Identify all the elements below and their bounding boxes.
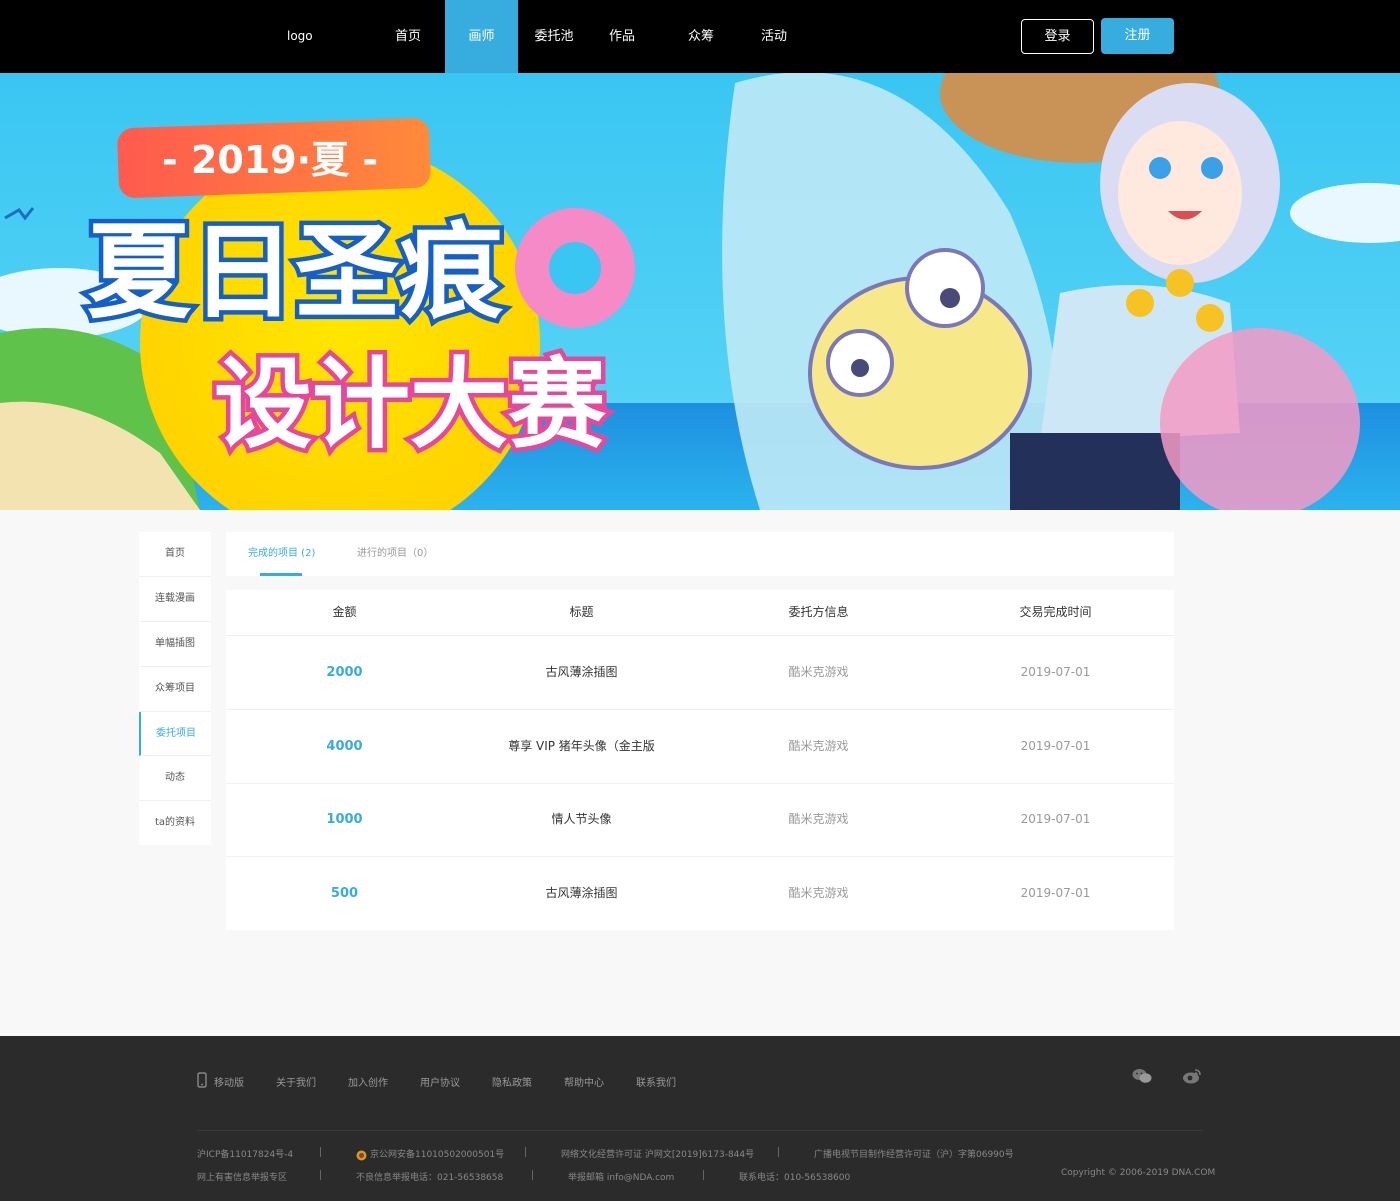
title-cell[interactable]: 尊享 VIP 猪年头像（金主版 <box>463 710 700 783</box>
title-cell[interactable]: 古风薄涂插图 <box>463 857 700 930</box>
title-cell[interactable]: 古风薄涂插图 <box>463 636 700 709</box>
nav-artists[interactable]: 画师 <box>445 0 518 73</box>
projects-table: 金额 标题 委托方信息 交易完成时间 2000 古风薄涂插图 酷米克游戏 201… <box>226 590 1174 930</box>
banner-year-badge: - 2019·夏 - <box>162 138 378 182</box>
sidebar-item-crowdfunding[interactable]: 众筹项目 <box>139 667 211 712</box>
footer-separator <box>525 1147 526 1157</box>
banner-title: 夏日圣痕 <box>87 211 504 333</box>
date-cell: 2019-07-01 <box>1020 812 1091 826</box>
profile-sidebar: 首页 连载漫画 单幅插图 众筹项目 委托项目 动态 ta的资料 <box>139 532 211 845</box>
sidebar-item-serial-comics[interactable]: 连载漫画 <box>139 577 211 622</box>
footer-separator <box>778 1147 779 1157</box>
footer-link-terms[interactable]: 用户协议 <box>420 1074 460 1089</box>
nav-home[interactable]: 首页 <box>371 0 445 73</box>
date-cell: 2019-07-01 <box>1020 739 1091 753</box>
report-phone: 不良信息举报电话：021-56538658 <box>356 1173 504 1183</box>
phone-icon <box>197 1072 207 1092</box>
logo[interactable]: logo <box>287 0 313 72</box>
amount-cell: 500 <box>330 886 359 901</box>
register-button[interactable]: 注册 <box>1101 18 1174 54</box>
sidebar-item-activity[interactable]: 动态 <box>139 756 211 801</box>
footer-link-help[interactable]: 帮助中心 <box>564 1074 604 1089</box>
amount-cell: 2000 <box>326 665 363 680</box>
nav-works[interactable]: 作品 <box>590 0 654 73</box>
footer-separator <box>320 1147 321 1157</box>
hero-banner[interactable]: - 2019·夏 - 夏日圣痕 设计大赛 <box>0 73 1400 510</box>
sidebar-item-profile[interactable]: ta的资料 <box>139 801 211 845</box>
amount-cell: 4000 <box>326 739 363 754</box>
wechat-icon[interactable] <box>1132 1068 1152 1088</box>
active-tab-indicator <box>260 573 302 576</box>
broadcast-license[interactable]: 广播电视节目制作经营许可证（沪）字第06990号 <box>814 1147 1014 1160</box>
icp-record[interactable]: 沪ICP备11017824号-4 <box>197 1147 293 1160</box>
date-cell: 2019-07-01 <box>1020 886 1091 900</box>
footer-link-privacy[interactable]: 隐私政策 <box>492 1074 532 1089</box>
table-header: 金额 标题 委托方信息 交易完成时间 <box>226 590 1174 636</box>
title-cell[interactable]: 情人节头像 <box>463 783 700 856</box>
nav-events[interactable]: 活动 <box>737 0 811 73</box>
public-security-record[interactable]: 京公网安备11010502000501号 <box>370 1147 504 1160</box>
tab-ongoing-projects[interactable]: 进行的项目（0） <box>357 532 433 576</box>
footer-link-contact[interactable]: 联系我们 <box>636 1074 676 1089</box>
table-row[interactable]: 500 古风薄涂插图 酷米克游戏 2019-07-01 <box>226 857 1174 930</box>
table-row[interactable]: 2000 古风薄涂插图 酷米克游戏 2019-07-01 <box>226 636 1174 710</box>
client-cell[interactable]: 酷米克游戏 <box>700 857 937 930</box>
nav-crowdfunding[interactable]: 众筹 <box>664 0 738 73</box>
column-header-date: 交易完成时间 <box>1019 605 1092 619</box>
contact-phone: 联系电话：010-56538600 <box>739 1173 851 1183</box>
weibo-icon[interactable] <box>1182 1068 1202 1088</box>
table-row[interactable]: 4000 尊享 VIP 猪年头像（金主版 酷米克游戏 2019-07-01 <box>226 710 1174 784</box>
footer-separator <box>532 1170 533 1180</box>
column-header-client: 委托方信息 <box>788 605 849 619</box>
copyright: Copyright © 2006-2019 DNA.COM <box>1061 1168 1216 1178</box>
amount-cell: 1000 <box>326 812 363 827</box>
column-header-title: 标题 <box>569 605 594 619</box>
sidebar-item-commissions[interactable]: 委托项目 <box>139 712 211 756</box>
footer-divider <box>197 1130 1203 1131</box>
report-email[interactable]: 举报邮箱 info@NDA.com <box>568 1170 674 1183</box>
police-badge-icon <box>356 1146 367 1165</box>
client-cell[interactable]: 酷米克游戏 <box>700 636 937 709</box>
project-tabs: 完成的项目 (2) 进行的项目（0） <box>226 532 1174 576</box>
footer-separator <box>703 1170 704 1180</box>
client-cell[interactable]: 酷米克游戏 <box>700 710 937 783</box>
sidebar-item-home[interactable]: 首页 <box>139 532 211 577</box>
footer-link-mobile[interactable]: 移动版 <box>214 1074 244 1089</box>
banner-subtitle: 设计大赛 <box>214 348 607 462</box>
login-button[interactable]: 登录 <box>1021 19 1094 54</box>
footer-link-about[interactable]: 关于我们 <box>276 1074 316 1089</box>
culture-license[interactable]: 网络文化经营许可证 沪网文[2019]6173-844号 <box>561 1147 754 1160</box>
date-cell: 2019-07-01 <box>1020 665 1091 679</box>
client-cell[interactable]: 酷米克游戏 <box>700 783 937 856</box>
footer-link-join[interactable]: 加入创作 <box>348 1074 388 1089</box>
tab-completed-projects[interactable]: 完成的项目 (2) <box>248 532 315 576</box>
harmful-info-report-zone[interactable]: 网上有害信息举报专区 <box>197 1170 287 1183</box>
nav-commission-pool[interactable]: 委托池 <box>518 0 590 73</box>
table-row[interactable]: 1000 情人节头像 酷米克游戏 2019-07-01 <box>226 783 1174 857</box>
column-header-amount: 金额 <box>332 605 357 619</box>
footer-separator <box>320 1170 321 1180</box>
sidebar-item-single-illustrations[interactable]: 单幅插图 <box>139 622 211 667</box>
